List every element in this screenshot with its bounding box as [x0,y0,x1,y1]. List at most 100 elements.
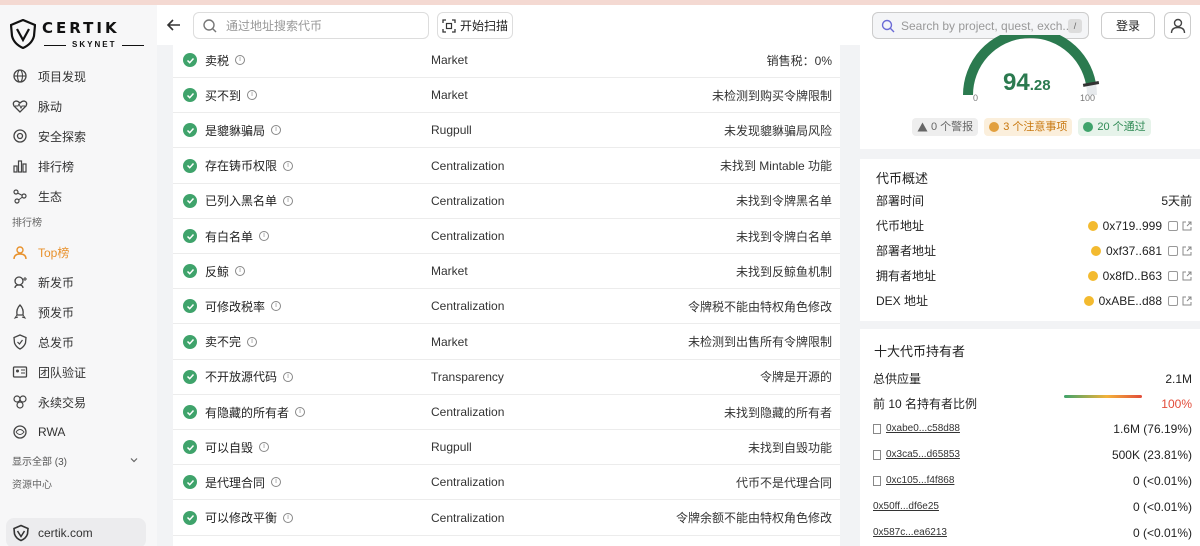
check-name-text: 反鲸 [205,264,230,279]
heartbeat-icon [12,100,28,113]
sidebar-item-perpetuals[interactable]: 永续交易 [0,387,157,417]
certik-logo[interactable]: CERTIK SKYNET [8,17,148,53]
sidebar-item-discover[interactable]: 项目发现 [0,61,157,91]
info-icon[interactable]: i [259,442,270,453]
info-icon[interactable]: i [283,160,294,171]
overview-value[interactable]: 0xABE..d88 [1099,294,1162,308]
info-icon[interactable]: i [271,477,282,488]
copy-icon[interactable] [1168,295,1178,306]
cubes-icon [13,395,27,409]
check-result: 令牌税不能由特权角色修改 [687,299,832,314]
info-icon[interactable]: i [283,371,294,382]
top10-ratio-row: 前 10 名持有者比例 100% [873,391,1192,416]
check-name-text: 买不到 [205,88,242,103]
info-icon[interactable]: i [259,231,270,241]
notes-badge[interactable]: 3 个注意事项 [984,118,1073,136]
sidebar-item-new-coins[interactable]: 新发币 [0,267,157,297]
check-name-text: 可以修改平衡 [205,511,278,526]
holder-address-link[interactable]: 0xabe0...c58d88 [873,423,960,434]
back-arrow-icon[interactable] [165,13,187,37]
alerts-badge[interactable]: 0 个警报 [912,118,979,136]
token-overview-card: 代币概述 部署时间 5天前 代币地址 0x719..999 部署者地址 0xf37..68… [860,159,1200,321]
keyboard-shortcut-hint: / [1068,19,1082,33]
info-icon[interactable]: i [271,301,282,312]
holder-address-link[interactable]: 0x587c...ea6213 [873,527,947,538]
sidebar-item-total[interactable]: 总发币 [0,327,157,357]
info-icon[interactable]: i [283,195,294,206]
copy-icon[interactable] [1168,220,1178,231]
sidebar-item-ecosystem[interactable]: 生态 [0,181,157,211]
overview-row: 部署时间 5天前 [876,188,1192,213]
info-icon[interactable]: i [295,407,306,417]
check-circle-icon [1083,122,1094,132]
copy-icon[interactable] [1168,245,1178,256]
overview-value-group: 0xABE..d88 [1083,294,1192,308]
external-link-icon[interactable] [1182,246,1192,256]
check-circle-icon [183,264,197,279]
passed-count: 20 个通过 [1097,121,1146,133]
sidebar-item-label: Top榜 [38,245,70,260]
sidebar-item-label: RWA [38,425,66,439]
section-heading-resources: 资源中心 [12,480,52,491]
check-circle-icon [183,334,197,349]
passed-badge[interactable]: 20 个通过 [1078,118,1151,136]
check-result: 未发现貔貅骗局风险 [723,123,832,138]
external-link-icon[interactable] [1182,221,1192,231]
info-icon[interactable]: i [247,336,258,347]
contract-doc-icon [873,423,881,434]
external-link-icon[interactable] [1182,271,1192,281]
security-score-card: 94.28 0 100 0 个警报 3 个注意事项 20 个通过 [860,35,1200,149]
check-category: Market [431,88,468,103]
check-name-text: 可修改税率 [205,299,266,314]
check-name: 是貔貅骗局 i [205,122,435,139]
check-name-text: 有隐藏的所有者 [205,405,290,420]
sidebar-item-pre-launch[interactable]: 预发币 [0,297,157,327]
check-name: 有白名单 i [205,228,435,245]
sidebar-item-rwa[interactable]: RWA [0,417,157,447]
search-icon [203,18,217,32]
holder-address-link[interactable]: 0xc105...f4f868 [873,475,954,486]
overview-value[interactable]: 0x719..999 [1103,219,1162,233]
start-scan-button[interactable]: 开始扫描 [437,12,513,39]
overview-value[interactable]: 0xf37..681 [1106,244,1162,258]
logo-subtitle: SKYNET [43,40,146,49]
overview-value[interactable]: 0x8fD..B63 [1103,269,1162,283]
check-result: 未找到令牌白名单 [735,229,832,244]
holder-amount: 1.6M (76.19%) [1113,421,1192,436]
sidebar-item-security[interactable]: 安全探索 [0,121,157,151]
check-result: 未找到自毁功能 [747,440,832,455]
sidebar-item-rankings[interactable]: 排行榜 [0,151,157,181]
sidebar-item-label: 生态 [38,189,63,204]
holder-address-link[interactable]: 0x3ca5...d65853 [873,449,960,460]
address-search-input[interactable]: 通过地址搜索代币 [193,12,429,39]
rwa-icon [13,425,27,439]
check-result: 未找到 Mintable 功能 [719,159,832,174]
id-card-icon [12,366,28,378]
info-icon[interactable]: i [235,55,246,65]
external-link-icon[interactable] [1182,296,1192,306]
check-category: Centralization [431,229,505,243]
certik-site-link[interactable]: certik.com [6,518,146,546]
scan-icon [442,18,456,33]
info-icon[interactable]: i [247,90,258,101]
user-avatar-button[interactable] [1164,12,1191,39]
info-icon[interactable]: i [271,125,282,136]
copy-icon[interactable] [1168,270,1178,281]
sidebar-item-kyc[interactable]: 团队验证 [0,357,157,387]
sidebar-item-top[interactable]: Top榜 [0,237,157,267]
check-name-text: 已列入黑名单 [205,194,278,209]
sidebar-item-label: 永续交易 [38,395,87,410]
check-circle-icon [183,193,197,208]
gauge-max-label: 100 [1080,93,1096,103]
show-all-toggle[interactable]: 显示全部 (3) [0,447,157,473]
bnb-coin-icon [1087,220,1098,231]
info-icon[interactable]: i [235,266,246,277]
new-coin-icon [14,276,27,289]
contract-doc-icon [873,449,881,460]
check-category: Transparency [431,369,504,384]
address-search-placeholder: 通过地址搜索代币 [226,19,323,33]
info-icon[interactable]: i [283,512,294,523]
attention-icon [989,122,1000,132]
sidebar-item-pulse[interactable]: 脉动 [0,91,157,121]
holder-address-link[interactable]: 0x50ff...df6e25 [873,501,939,512]
